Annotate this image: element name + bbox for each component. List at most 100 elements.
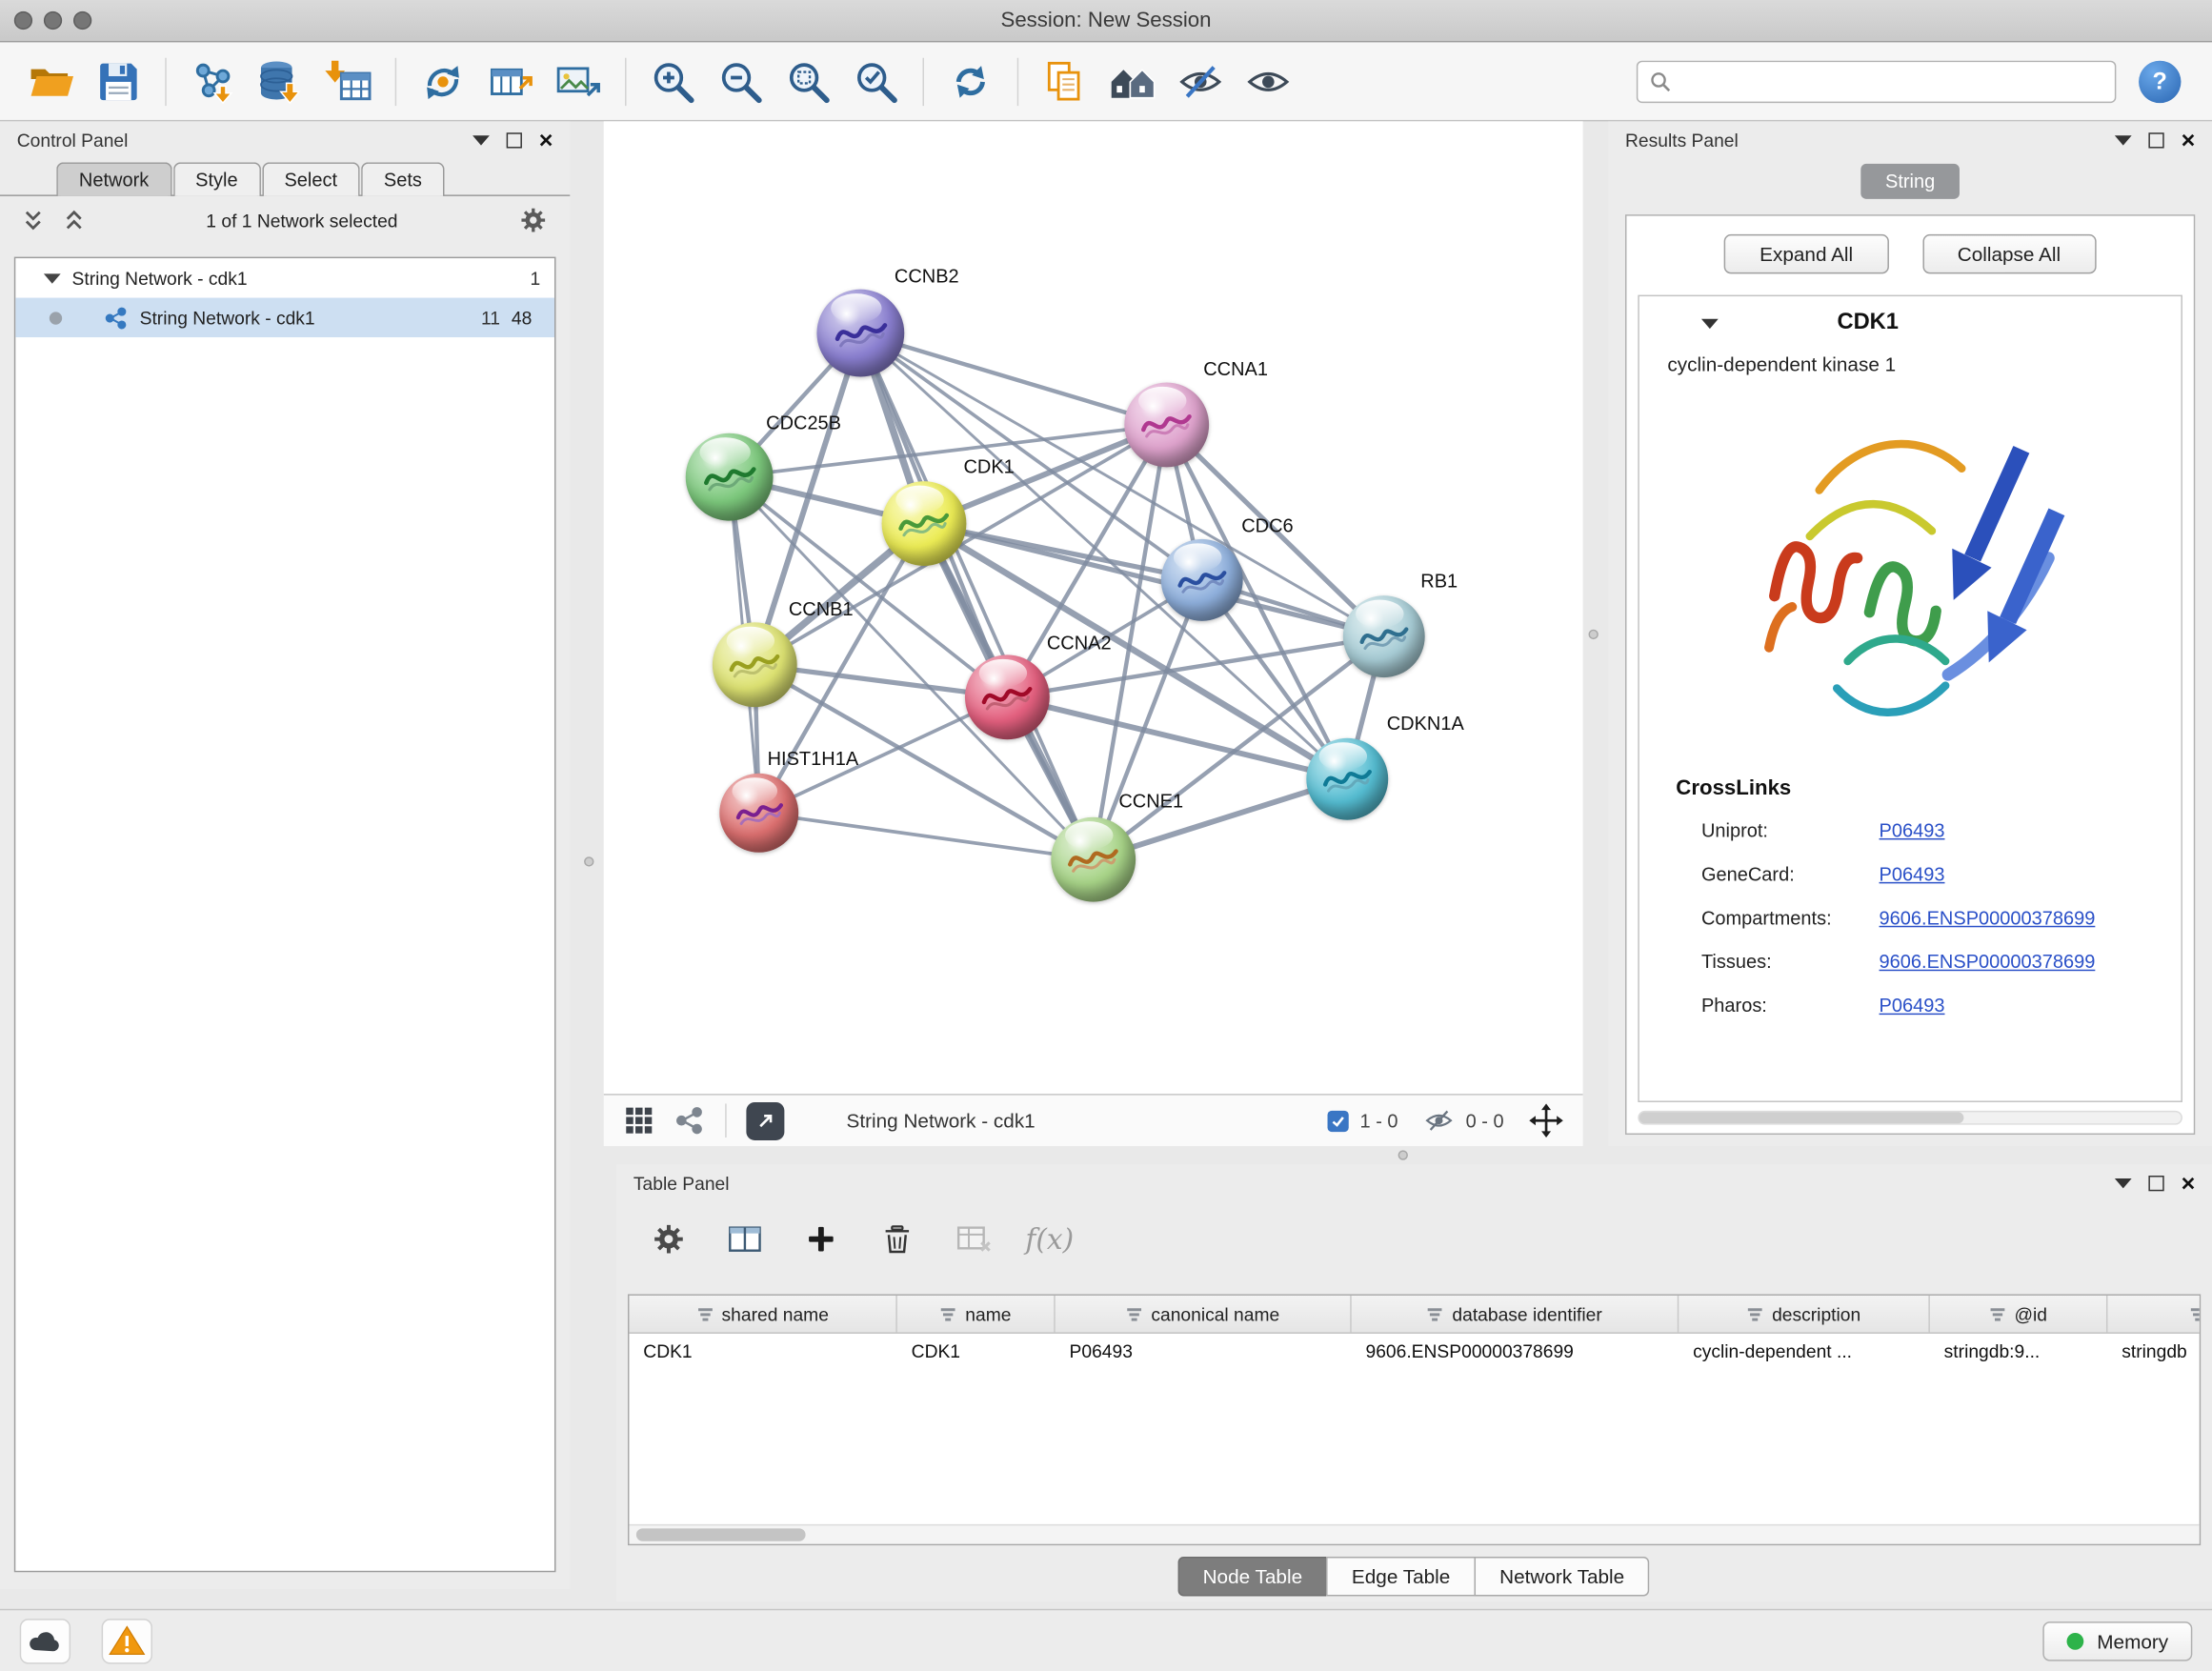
close-panel-button[interactable]: × [2182, 1175, 2196, 1190]
scrollbar-thumb[interactable] [1639, 1112, 1964, 1123]
cell-canonical-name[interactable]: P06493 [1056, 1334, 1352, 1372]
maximize-panel-button[interactable] [2149, 1175, 2164, 1190]
memory-button[interactable]: Memory [2043, 1621, 2192, 1660]
export-table-button[interactable] [477, 49, 545, 113]
table-row[interactable]: CDK1 CDK1 P06493 9606.ENSP00000378699 cy… [629, 1334, 2201, 1372]
eye-slash-button[interactable] [1167, 49, 1235, 113]
scrollbar-thumb[interactable] [636, 1528, 806, 1540]
eye-button[interactable] [1235, 49, 1302, 113]
grid-view-icon[interactable] [624, 1105, 655, 1137]
uniprot-link[interactable]: P06493 [1880, 809, 1945, 853]
cloud-button[interactable] [20, 1618, 70, 1662]
zoom-in-button[interactable] [639, 49, 707, 113]
annotation-mode-button[interactable] [746, 1101, 784, 1139]
pharos-link[interactable]: P06493 [1880, 984, 1945, 1028]
float-panel-button[interactable] [2115, 1178, 2132, 1187]
tab-network-table[interactable]: Network Table [1474, 1557, 1649, 1596]
network-row[interactable]: String Network - cdk1 11 48 [15, 298, 554, 337]
network-node-ccne1[interactable] [1051, 817, 1136, 902]
network-node-cdc6[interactable] [1161, 539, 1243, 621]
column-header-namespace[interactable]: namespace [2107, 1296, 2201, 1333]
zoom-fit-button[interactable] [774, 49, 842, 113]
column-header-id[interactable]: @id [1930, 1296, 2108, 1333]
create-column-button[interactable] [794, 1211, 848, 1267]
column-header-canonical-name[interactable]: canonical name [1056, 1296, 1352, 1333]
cell-database-identifier[interactable]: 9606.ENSP00000378699 [1352, 1334, 1679, 1372]
tab-edge-table[interactable]: Edge Table [1326, 1557, 1476, 1596]
import-table-file-button[interactable] [314, 49, 382, 113]
zoom-selected-button[interactable] [842, 49, 910, 113]
protein-section-header[interactable]: CDK1 [1639, 296, 2182, 350]
cell-name[interactable]: CDK1 [897, 1334, 1056, 1372]
warnings-button[interactable] [102, 1618, 152, 1662]
network-node-cdkn1a[interactable] [1306, 738, 1388, 820]
new-network-from-selection-button[interactable] [409, 49, 476, 113]
cell-id[interactable]: stringdb:9... [1930, 1334, 2108, 1372]
genecard-link[interactable]: P06493 [1880, 853, 1945, 896]
compartments-link[interactable]: 9606.ENSP00000378699 [1880, 896, 2096, 940]
tree-expander-icon[interactable] [44, 273, 61, 283]
close-window-button[interactable] [14, 11, 32, 30]
export-image-button[interactable] [545, 49, 613, 113]
tab-sets[interactable]: Sets [361, 162, 444, 196]
horizontal-scrollbar[interactable] [1638, 1111, 2182, 1125]
tab-node-table[interactable]: Node Table [1177, 1557, 1328, 1596]
function-builder-button[interactable]: f(x) [1023, 1211, 1076, 1267]
table-settings-button[interactable] [642, 1211, 695, 1267]
column-header-database-identifier[interactable]: database identifier [1352, 1296, 1679, 1333]
tab-style[interactable]: Style [172, 162, 260, 196]
table-horizontal-scrollbar[interactable] [629, 1524, 2199, 1544]
zoom-out-button[interactable] [707, 49, 774, 113]
cell-namespace[interactable]: stringdb [2107, 1334, 2201, 1372]
help-button[interactable]: ? [2139, 60, 2181, 102]
network-node-ccna2[interactable] [965, 654, 1050, 739]
birdseye-network-icon[interactable] [674, 1105, 706, 1137]
network-collection-row[interactable]: String Network - cdk1 1 [15, 258, 554, 297]
network-node-cdc25b[interactable] [686, 433, 774, 521]
search-input[interactable] [1680, 70, 2103, 92]
apply-layout-button[interactable] [936, 49, 1004, 113]
float-panel-button[interactable] [473, 134, 490, 144]
network-node-ccnb2[interactable] [816, 290, 904, 377]
delete-column-button[interactable] [871, 1211, 924, 1267]
column-header-description[interactable]: description [1679, 1296, 1930, 1333]
close-panel-button[interactable]: × [539, 132, 553, 148]
save-session-button[interactable] [85, 49, 152, 113]
network-node-cdk1[interactable] [882, 481, 967, 566]
clone-network-button[interactable] [1032, 49, 1099, 113]
gear-icon[interactable] [519, 206, 548, 234]
search-box[interactable] [1637, 60, 2117, 102]
hidden-eye-slash-icon[interactable] [1423, 1108, 1455, 1134]
network-node-rb1[interactable] [1343, 595, 1425, 677]
expand-all-button[interactable]: Expand All [1724, 234, 1888, 273]
tissues-link[interactable]: 9606.ENSP00000378699 [1880, 940, 2096, 984]
maximize-panel-button[interactable] [2149, 132, 2164, 148]
close-panel-button[interactable]: × [2182, 132, 2196, 148]
cell-shared-name[interactable]: CDK1 [629, 1334, 896, 1372]
float-panel-button[interactable] [2115, 134, 2132, 144]
import-network-database-button[interactable] [247, 49, 314, 113]
move-crosshair-icon[interactable] [1529, 1103, 1563, 1137]
minimize-window-button[interactable] [44, 11, 62, 30]
cell-description[interactable]: cyclin-dependent ... [1679, 1334, 1930, 1372]
home-button[interactable] [1099, 49, 1167, 113]
import-network-file-button[interactable] [179, 49, 247, 113]
column-header-name[interactable]: name [897, 1296, 1056, 1333]
zoom-window-button[interactable] [73, 11, 91, 30]
open-session-button[interactable] [17, 49, 85, 113]
maximize-panel-button[interactable] [507, 132, 522, 148]
collapse-all-icon[interactable] [23, 208, 44, 233]
vertical-splitter-handle[interactable] [584, 856, 593, 866]
tab-string[interactable]: String [1861, 164, 1960, 199]
selected-checkbox[interactable] [1327, 1110, 1348, 1131]
column-header-shared-name[interactable]: shared name [629, 1296, 896, 1333]
network-node-hist1h1a[interactable] [719, 774, 798, 853]
vertical-splitter-handle[interactable] [1588, 630, 1598, 639]
collapse-all-button[interactable]: Collapse All [1922, 234, 2096, 273]
network-node-ccnb1[interactable] [713, 622, 797, 707]
expand-all-icon[interactable] [64, 208, 85, 233]
show-columns-button[interactable] [718, 1211, 772, 1267]
network-node-ccna1[interactable] [1124, 382, 1209, 467]
collapse-section-icon[interactable] [1701, 318, 1719, 328]
network-canvas[interactable]: CCNB2CCNA1CDC25BCDK1CDC6RB1CCNB1CCNA2CDK… [604, 121, 1583, 1094]
